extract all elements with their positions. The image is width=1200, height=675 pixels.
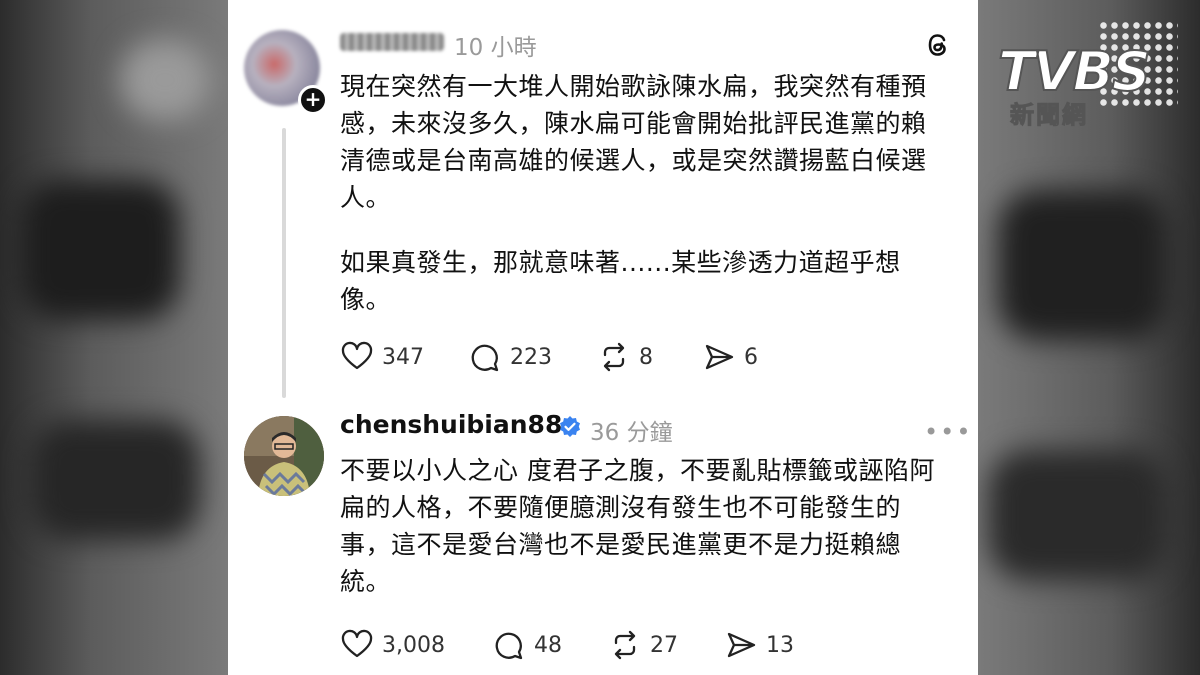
plus-icon[interactable]: + (298, 85, 328, 115)
share-button[interactable]: 13 (724, 628, 794, 662)
threads-logo-icon[interactable] (923, 30, 953, 60)
more-icon[interactable]: ••• (924, 418, 972, 446)
like-count: 3,008 (382, 632, 445, 658)
avatar-portrait (244, 416, 324, 496)
post-text: 現在突然有一大堆人開始歌詠陳水扁，我突然有種預感，未來沒多久，陳水扁可能會開始批… (340, 72, 927, 212)
comment-button[interactable]: 223 (468, 340, 552, 374)
post-text: 如果真發生，那就意味著......某些滲透力道超乎想像。 (340, 248, 901, 314)
share-button[interactable]: 6 (702, 340, 758, 374)
post-time: 10 小時 (454, 35, 537, 61)
repost-icon (603, 342, 625, 372)
repost-count: 8 (639, 344, 653, 370)
background-left (0, 0, 228, 675)
repost-count: 27 (650, 632, 678, 658)
comment-icon (471, 344, 499, 372)
share-count: 13 (766, 632, 794, 658)
logo-text: TVBS (997, 39, 1152, 104)
repost-icon (614, 630, 636, 660)
post-time: 36 分鐘 (590, 420, 673, 446)
repost-button[interactable]: 8 (597, 340, 653, 374)
like-button[interactable]: 347 (340, 340, 424, 374)
threads-card: + 10 小時 現在突然有一大堆人開始歌詠陳水扁，我突然有種預感，未來沒多久，陳… (228, 0, 978, 675)
heart-icon (341, 341, 373, 370)
username[interactable]: chenshuibian88 (340, 410, 562, 439)
comment-button[interactable]: 48 (492, 628, 562, 662)
share-count: 6 (744, 344, 758, 370)
repost-button[interactable]: 27 (608, 628, 678, 662)
logo-subtitle: 新聞網 (1010, 101, 1088, 130)
avatar[interactable] (244, 416, 324, 496)
like-button[interactable]: 3,008 (340, 628, 445, 662)
comment-icon (495, 632, 523, 660)
heart-icon (341, 629, 373, 658)
verified-badge-icon (560, 416, 580, 437)
comment-count: 223 (510, 344, 552, 370)
tvbs-logo: TVBS 新聞網 (990, 20, 1180, 130)
username-redacted[interactable] (340, 33, 444, 51)
comment-count: 48 (534, 632, 562, 658)
post-text: 不要以小人之心 度君子之腹，不要亂貼標籤或誣陷阿扁的人格，不要隨便臆測沒有發生也… (340, 456, 935, 596)
thread-line (282, 128, 286, 398)
like-count: 347 (382, 344, 424, 370)
share-icon (705, 344, 734, 370)
share-icon (727, 632, 756, 658)
